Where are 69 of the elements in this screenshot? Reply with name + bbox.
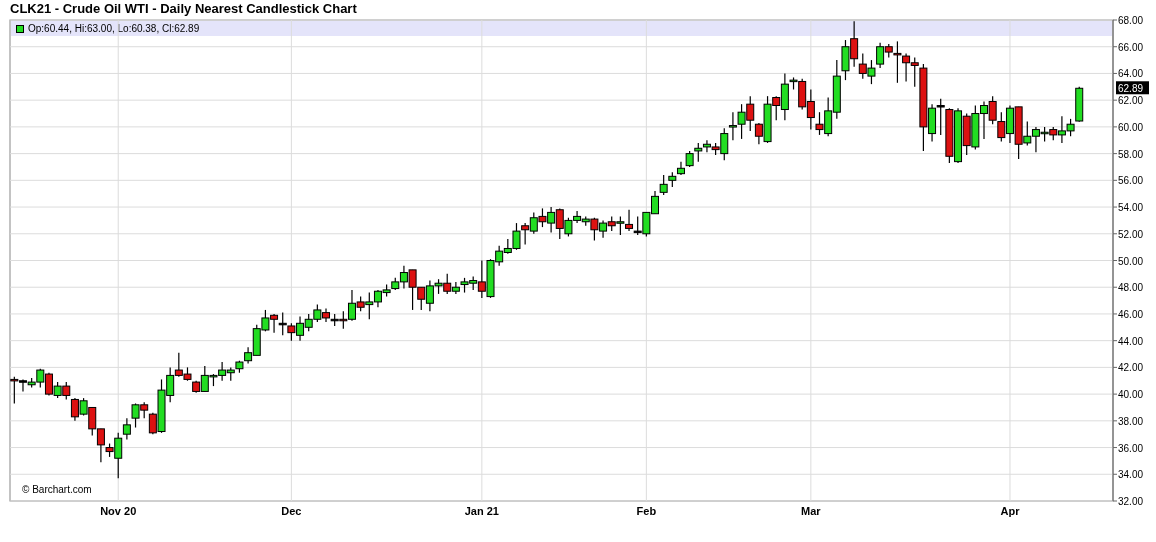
candlestick [547,206,556,234]
price-label: 40.00 [1118,389,1144,401]
month-label: Nov 20 [100,505,137,517]
candlestick [988,95,997,125]
candlestick [616,215,625,236]
price-label: 50.00 [1118,255,1144,267]
month-label: Apr [1000,505,1020,517]
price-label: 66.00 [1118,41,1144,53]
candlestick [659,174,668,196]
price-label: 38.00 [1118,415,1144,427]
price-label: 68.00 [1118,16,1144,26]
candlestick [226,366,235,382]
candlestick [62,381,71,401]
candlestick [867,59,876,85]
candlestick [685,150,694,168]
candle-marker-icon [16,24,24,33]
candlestick [261,309,270,332]
chart-title: CLK21 - Crude Oil WTI - Daily Nearest Candlestick Chart [9,0,357,16]
price-label: 54.00 [1118,202,1144,214]
month-label: Mar [801,505,821,517]
candlestick [460,277,469,294]
candlestick [296,316,305,342]
candlestick [278,312,287,336]
candlestick [287,322,296,342]
candlestick [668,171,677,188]
candlestick [270,313,279,334]
price-label: 56.00 [1118,175,1144,187]
candlestick [642,211,651,238]
month-label: Jan 21 [464,505,499,517]
candlestick [70,397,79,422]
price-label: 44.00 [1118,335,1144,347]
candlestick [521,222,530,246]
candlestick [313,304,322,323]
price-label: 48.00 [1118,282,1144,294]
candlestick [599,219,608,239]
candlestick [529,211,538,235]
candlestick [625,209,634,232]
candlestick [997,111,1006,143]
candlestick [954,107,963,164]
candlestick [330,313,339,327]
candlestick [382,283,391,298]
candlestick [304,313,313,332]
candlestick [633,215,642,236]
candlestick [1005,104,1014,144]
candlestick [902,52,911,83]
price-label: 62.00 [1118,95,1144,107]
ohlc-legend: Op:60.44, Hi:63.00, Lo:60.38, Cl:62.89 [28,22,200,35]
price-label: 60.00 [1118,121,1144,133]
candlestick [235,360,244,374]
month-label: Feb [636,505,657,517]
candlestick [971,104,980,151]
price-label: 52.00 [1118,228,1144,240]
candlestick [538,207,547,228]
price-label: 64.00 [1118,68,1144,80]
candlestick [728,111,737,141]
price-label: 46.00 [1118,308,1144,320]
candlestick [44,372,53,397]
last-price-tag: 62.89 [1116,81,1149,95]
price-label: 58.00 [1118,148,1144,160]
price-label: 42.00 [1118,362,1144,374]
candlestick [607,215,616,232]
candlestick [737,103,746,140]
price-label: 32.00 [1118,496,1144,507]
candlestick [962,112,971,156]
copyright-credit: © Barchart.com [22,484,92,495]
candlestick [53,381,62,399]
price-label: 34.00 [1118,469,1144,481]
price-label: 36.00 [1118,442,1144,454]
month-label: Dec [281,505,302,517]
